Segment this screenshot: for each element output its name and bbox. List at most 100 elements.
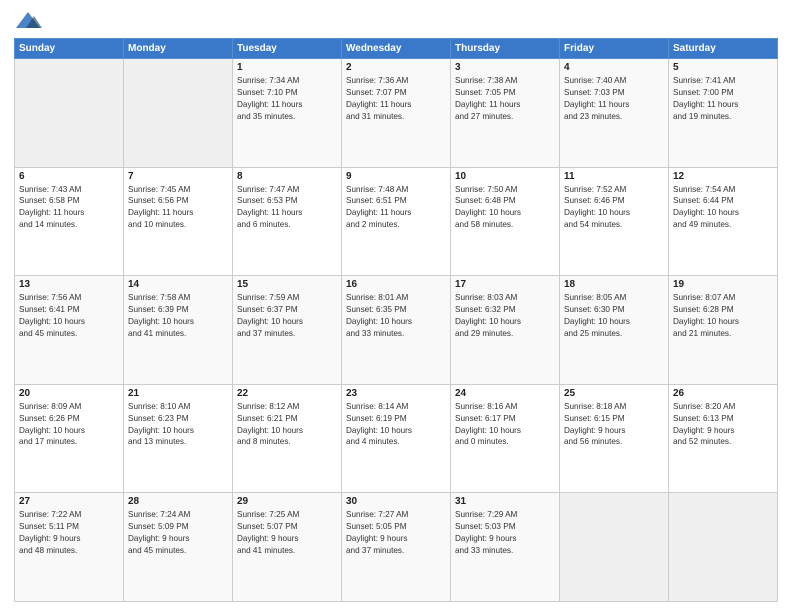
page-header (14, 10, 778, 32)
day-header-tuesday: Tuesday (233, 39, 342, 59)
day-info: Sunrise: 7:43 AM Sunset: 6:58 PM Dayligh… (19, 184, 119, 232)
day-header-friday: Friday (560, 39, 669, 59)
day-number: 24 (455, 388, 555, 399)
day-header-wednesday: Wednesday (342, 39, 451, 59)
day-info: Sunrise: 8:07 AM Sunset: 6:28 PM Dayligh… (673, 292, 773, 340)
day-number: 15 (237, 279, 337, 290)
day-number: 29 (237, 496, 337, 507)
calendar-week-4: 20 Sunrise: 8:09 AM Sunset: 6:26 PM Dayli… (15, 384, 778, 493)
day-number: 20 (19, 388, 119, 399)
day-info: Sunrise: 8:20 AM Sunset: 6:13 PM Dayligh… (673, 401, 773, 449)
day-number: 23 (346, 388, 446, 399)
day-header-saturday: Saturday (669, 39, 778, 59)
day-info: Sunrise: 7:41 AM Sunset: 7:00 PM Dayligh… (673, 75, 773, 123)
calendar-day-3: 3Sunrise: 7:38 AM Sunset: 7:05 PM Daylig… (451, 59, 560, 168)
calendar-day-28: 28 Sunrise: 7:24 AM Sunset: 5:09 PM Dayli… (124, 493, 233, 602)
day-info: Sunrise: 7:40 AM Sunset: 7:03 PM Dayligh… (564, 75, 664, 123)
day-number: 19 (673, 279, 773, 290)
day-number: 28 (128, 496, 228, 507)
day-info: Sunrise: 7:27 AM Sunset: 5:05 PM Dayligh… (346, 509, 446, 557)
day-number: 6 (19, 171, 119, 182)
day-info: Sunrise: 7:52 AM Sunset: 6:46 PM Dayligh… (564, 184, 664, 232)
calendar-day-19: 19 Sunrise: 8:07 AM Sunset: 6:28 PM Dayli… (669, 276, 778, 385)
day-number: 14 (128, 279, 228, 290)
day-header-thursday: Thursday (451, 39, 560, 59)
day-number: 30 (346, 496, 446, 507)
day-info: Sunrise: 7:58 AM Sunset: 6:39 PM Dayligh… (128, 292, 228, 340)
day-info: Sunrise: 8:09 AM Sunset: 6:26 PM Dayligh… (19, 401, 119, 449)
day-info: Sunrise: 8:12 AM Sunset: 6:21 PM Dayligh… (237, 401, 337, 449)
day-info: Sunrise: 7:29 AM Sunset: 5:03 PM Dayligh… (455, 509, 555, 557)
day-number: 16 (346, 279, 446, 290)
day-number: 13 (19, 279, 119, 290)
day-header-monday: Monday (124, 39, 233, 59)
day-number: 9 (346, 171, 446, 182)
calendar-day-9: 9 Sunrise: 7:48 AM Sunset: 6:51 PM Daylig… (342, 167, 451, 276)
empty-day (15, 59, 124, 168)
calendar-day-22: 22 Sunrise: 8:12 AM Sunset: 6:21 PM Dayli… (233, 384, 342, 493)
logo (14, 10, 46, 32)
calendar-day-27: 27Sunrise: 7:22 AM Sunset: 5:11 PM Dayli… (15, 493, 124, 602)
calendar-day-7: 7 Sunrise: 7:45 AM Sunset: 6:56 PM Daylig… (124, 167, 233, 276)
day-number: 8 (237, 171, 337, 182)
day-info: Sunrise: 7:25 AM Sunset: 5:07 PM Dayligh… (237, 509, 337, 557)
day-info: Sunrise: 8:03 AM Sunset: 6:32 PM Dayligh… (455, 292, 555, 340)
day-number: 27 (19, 496, 119, 507)
day-info: Sunrise: 7:48 AM Sunset: 6:51 PM Dayligh… (346, 184, 446, 232)
calendar-week-1: 1 Sunrise: 7:34 AM Sunset: 7:10 PM Daylig… (15, 59, 778, 168)
day-number: 10 (455, 171, 555, 182)
day-number: 11 (564, 171, 664, 182)
calendar-day-26: 26 Sunrise: 8:20 AM Sunset: 6:13 PM Dayli… (669, 384, 778, 493)
calendar-day-24: 24 Sunrise: 8:16 AM Sunset: 6:17 PM Dayli… (451, 384, 560, 493)
calendar-day-21: 21Sunrise: 8:10 AM Sunset: 6:23 PM Dayli… (124, 384, 233, 493)
empty-day (669, 493, 778, 602)
calendar-day-12: 12 Sunrise: 7:54 AM Sunset: 6:44 PM Dayli… (669, 167, 778, 276)
day-number: 18 (564, 279, 664, 290)
calendar-day-2: 2Sunrise: 7:36 AM Sunset: 7:07 PM Daylig… (342, 59, 451, 168)
calendar-day-14: 14 Sunrise: 7:58 AM Sunset: 6:39 PM Dayli… (124, 276, 233, 385)
day-number: 31 (455, 496, 555, 507)
calendar-day-11: 11 Sunrise: 7:52 AM Sunset: 6:46 PM Dayli… (560, 167, 669, 276)
day-info: Sunrise: 7:47 AM Sunset: 6:53 PM Dayligh… (237, 184, 337, 232)
day-info: Sunrise: 7:56 AM Sunset: 6:41 PM Dayligh… (19, 292, 119, 340)
calendar-day-20: 20 Sunrise: 8:09 AM Sunset: 6:26 PM Dayli… (15, 384, 124, 493)
day-number: 1 (237, 62, 337, 73)
day-info: Sunrise: 7:38 AM Sunset: 7:05 PM Dayligh… (455, 75, 555, 123)
day-info: Sunrise: 7:24 AM Sunset: 5:09 PM Dayligh… (128, 509, 228, 557)
day-info: Sunrise: 7:54 AM Sunset: 6:44 PM Dayligh… (673, 184, 773, 232)
calendar-day-1: 1 Sunrise: 7:34 AM Sunset: 7:10 PM Daylig… (233, 59, 342, 168)
day-number: 12 (673, 171, 773, 182)
day-info: Sunrise: 8:14 AM Sunset: 6:19 PM Dayligh… (346, 401, 446, 449)
calendar-day-8: 8 Sunrise: 7:47 AM Sunset: 6:53 PM Daylig… (233, 167, 342, 276)
calendar-week-2: 6 Sunrise: 7:43 AM Sunset: 6:58 PM Daylig… (15, 167, 778, 276)
day-info: Sunrise: 7:45 AM Sunset: 6:56 PM Dayligh… (128, 184, 228, 232)
day-info: Sunrise: 8:01 AM Sunset: 6:35 PM Dayligh… (346, 292, 446, 340)
empty-day (560, 493, 669, 602)
day-number: 7 (128, 171, 228, 182)
day-number: 25 (564, 388, 664, 399)
day-number: 21 (128, 388, 228, 399)
calendar-week-5: 27Sunrise: 7:22 AM Sunset: 5:11 PM Dayli… (15, 493, 778, 602)
day-header-sunday: Sunday (15, 39, 124, 59)
day-info: Sunrise: 7:50 AM Sunset: 6:48 PM Dayligh… (455, 184, 555, 232)
day-number: 2 (346, 62, 446, 73)
day-info: Sunrise: 7:59 AM Sunset: 6:37 PM Dayligh… (237, 292, 337, 340)
calendar-day-17: 17 Sunrise: 8:03 AM Sunset: 6:32 PM Dayli… (451, 276, 560, 385)
day-info: Sunrise: 8:18 AM Sunset: 6:15 PM Dayligh… (564, 401, 664, 449)
calendar-day-4: 4 Sunrise: 7:40 AM Sunset: 7:03 PM Daylig… (560, 59, 669, 168)
calendar-day-25: 25 Sunrise: 8:18 AM Sunset: 6:15 PM Dayli… (560, 384, 669, 493)
day-number: 26 (673, 388, 773, 399)
calendar-day-18: 18 Sunrise: 8:05 AM Sunset: 6:30 PM Dayli… (560, 276, 669, 385)
calendar-day-31: 31 Sunrise: 7:29 AM Sunset: 5:03 PM Dayli… (451, 493, 560, 602)
calendar-header-row: SundayMondayTuesdayWednesdayThursdayFrid… (15, 39, 778, 59)
calendar-day-5: 5Sunrise: 7:41 AM Sunset: 7:00 PM Daylig… (669, 59, 778, 168)
day-info: Sunrise: 8:05 AM Sunset: 6:30 PM Dayligh… (564, 292, 664, 340)
calendar-day-29: 29 Sunrise: 7:25 AM Sunset: 5:07 PM Dayli… (233, 493, 342, 602)
calendar-day-30: 30 Sunrise: 7:27 AM Sunset: 5:05 PM Dayli… (342, 493, 451, 602)
day-info: Sunrise: 8:16 AM Sunset: 6:17 PM Dayligh… (455, 401, 555, 449)
day-number: 4 (564, 62, 664, 73)
day-number: 22 (237, 388, 337, 399)
calendar-week-3: 13 Sunrise: 7:56 AM Sunset: 6:41 PM Dayli… (15, 276, 778, 385)
day-number: 17 (455, 279, 555, 290)
day-info: Sunrise: 7:34 AM Sunset: 7:10 PM Dayligh… (237, 75, 337, 123)
